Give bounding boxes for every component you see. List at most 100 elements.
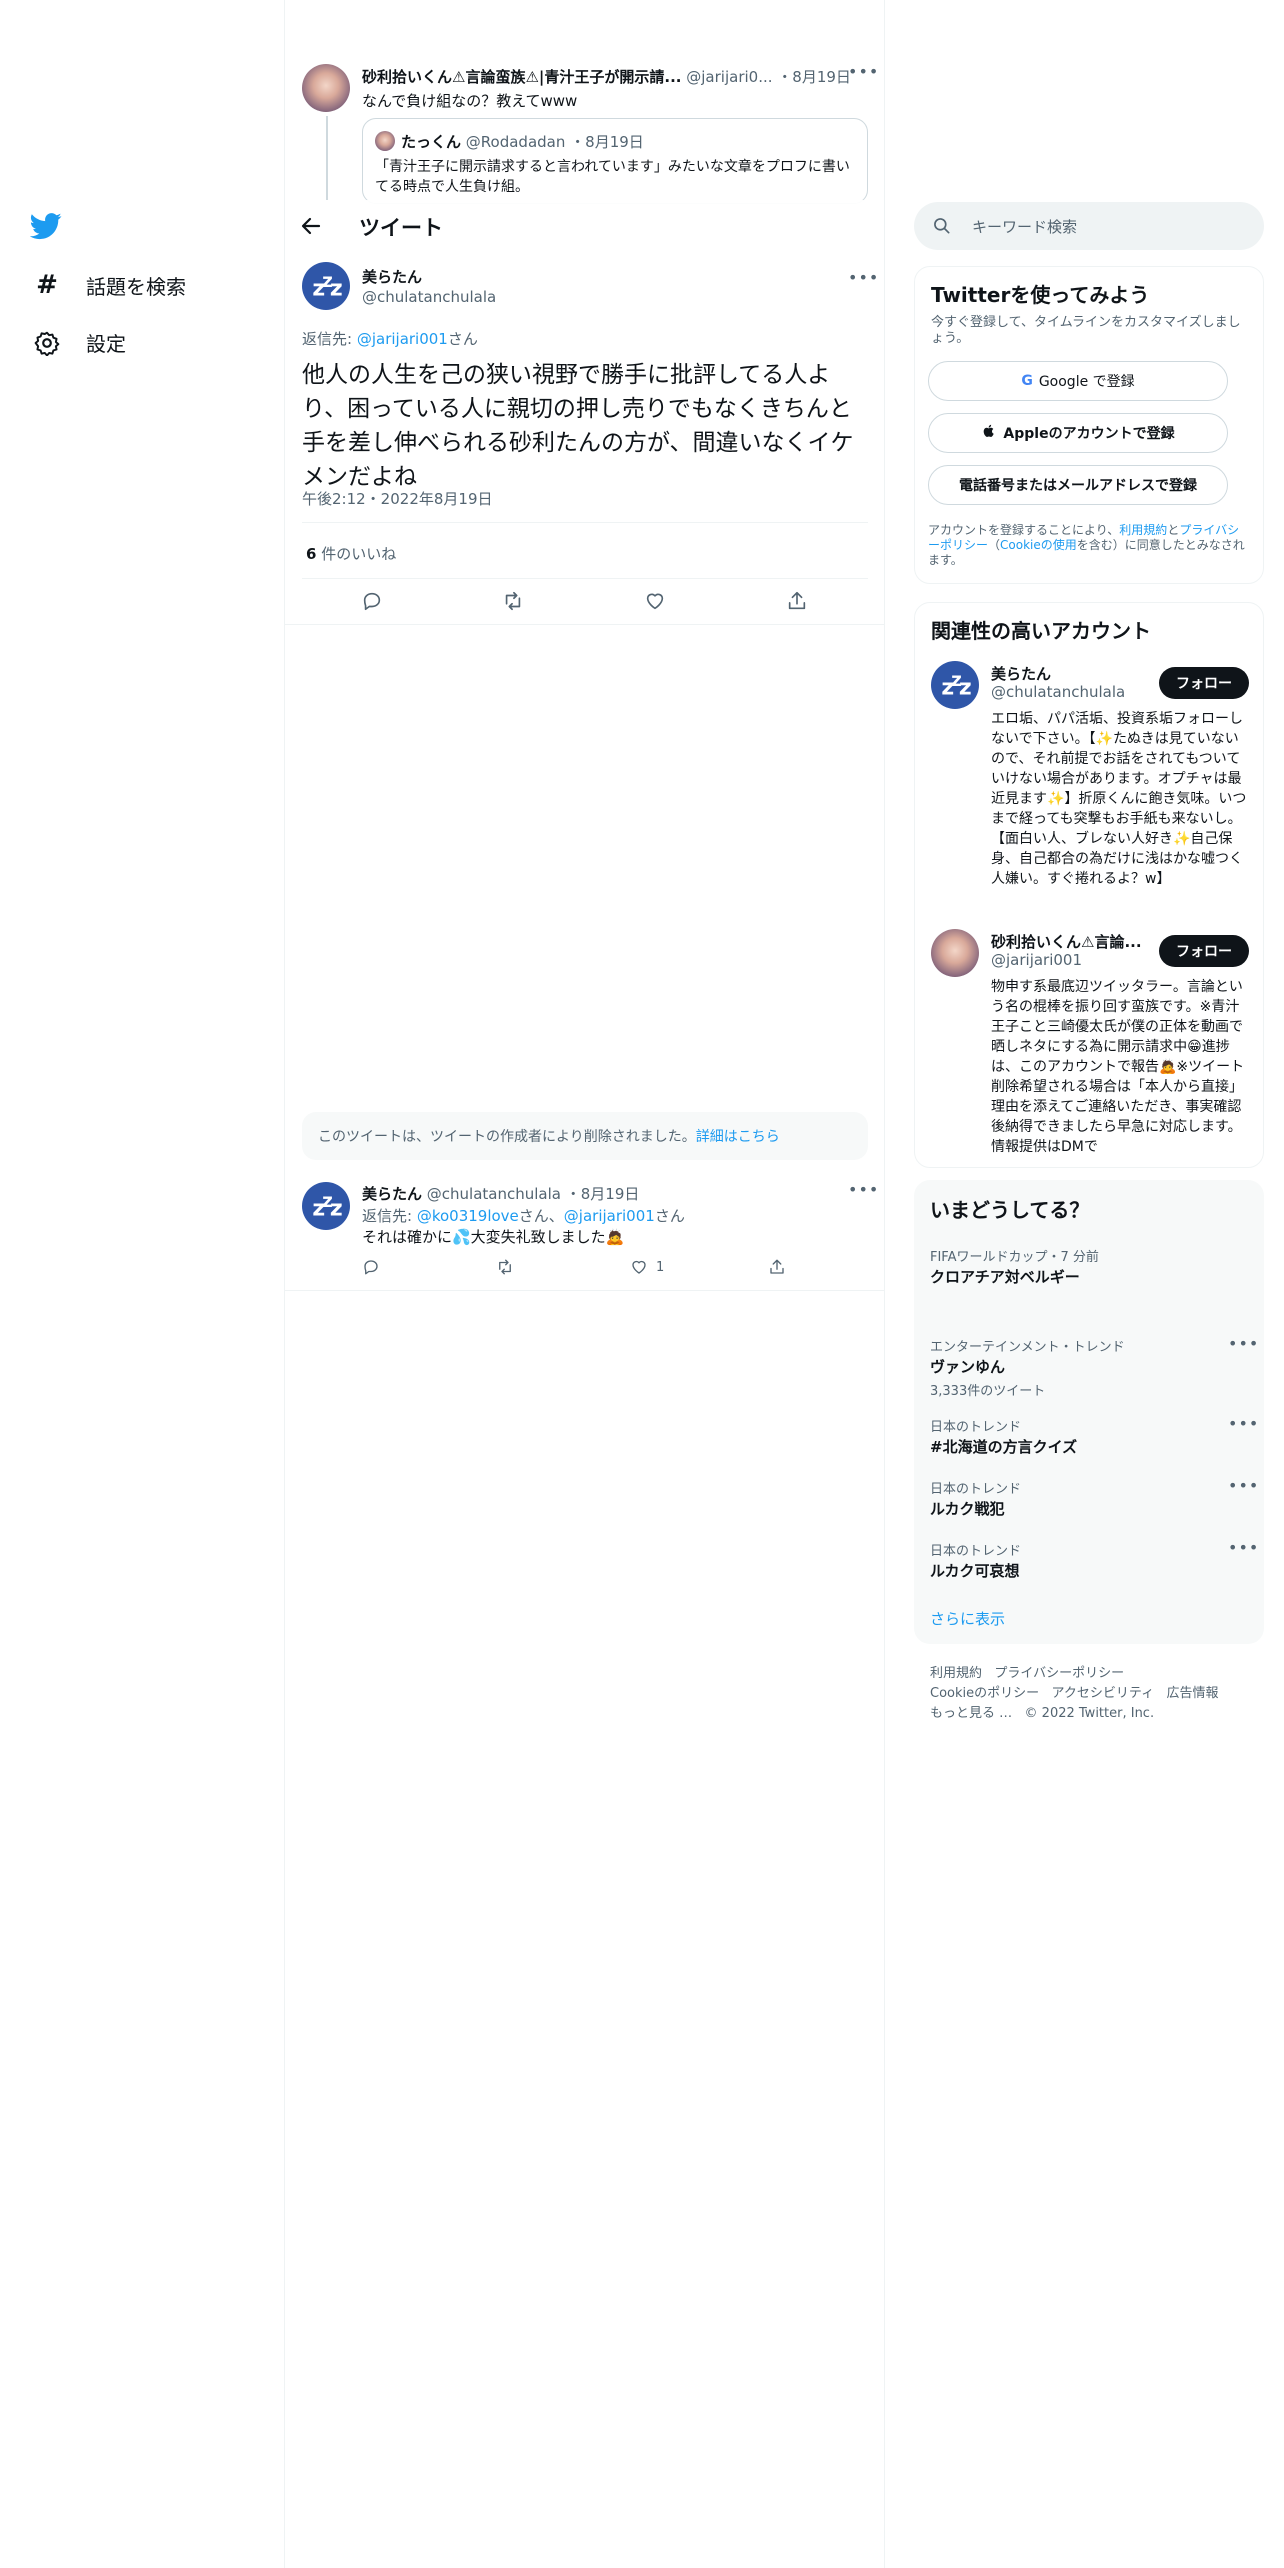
divider: [285, 1290, 884, 1291]
hashtag-icon: #: [36, 270, 58, 300]
more-icon[interactable]: •••: [848, 268, 879, 287]
author-name[interactable]: 美らたん: [362, 266, 422, 287]
reply-suffix: さん: [447, 330, 478, 348]
more-icon[interactable]: •••: [848, 62, 879, 81]
phone-email-signup-label: 電話番号またはメールアドレスで登録: [959, 478, 1197, 494]
account-name[interactable]: 美らたん: [991, 663, 1051, 684]
tweet-date[interactable]: ・8月19日: [777, 68, 851, 86]
footer-cookie-link[interactable]: Cookieのポリシー: [930, 1686, 1039, 1701]
trend-item[interactable]: 日本のトレンド #北海道の方言クイズ •••: [914, 1414, 1264, 1466]
likes-count: 6: [306, 545, 317, 563]
reply-tweet-header: 美らたん @chulatanchulala ・8月19日: [362, 1183, 639, 1204]
follow-label: フォロー: [1176, 944, 1232, 960]
more-icon[interactable]: •••: [848, 1180, 879, 1199]
follow-button[interactable]: フォロー: [1159, 935, 1249, 967]
trend-name: クロアチア対ベルギー: [930, 1268, 1080, 1286]
author-handle[interactable]: @jarijari0...: [686, 68, 772, 86]
likes-count-row[interactable]: 6 件のいいね: [306, 543, 396, 564]
zzz-icon: zzz: [312, 1190, 342, 1222]
google-signup-label: Google で登録: [1038, 374, 1135, 390]
learn-more-link[interactable]: 詳細はこちら: [696, 1126, 780, 1146]
search-input[interactable]: キーワード検索: [914, 202, 1264, 250]
trend-count: 3,333件のツイート: [930, 1384, 1046, 1399]
apple-signup-button[interactable]: Appleのアカウントで登録: [928, 413, 1228, 453]
arrow-left-icon[interactable]: [299, 214, 325, 240]
share-icon[interactable]: [786, 590, 808, 612]
author-handle[interactable]: @chulatanchulala: [427, 1185, 561, 1203]
trend-item[interactable]: 日本のトレンド ルカク戦犯 •••: [914, 1476, 1264, 1528]
tweet-timestamp[interactable]: 午後2:12・2022年8月19日: [302, 488, 493, 509]
like-icon[interactable]: [644, 590, 666, 612]
search-placeholder: キーワード検索: [972, 218, 1078, 236]
quote-tweet[interactable]: たっくん @Rodadadan ・8月19日 「青汁王子に開示請求すると言われて…: [362, 118, 868, 204]
tweet-text: 他人の人生を己の狭い視野で勝手に批評してる人より、困っている人に親切の押し売りで…: [302, 362, 854, 490]
like-count: 1: [656, 1260, 665, 1275]
trend-item[interactable]: FIFAワールドカップ・7 分前 クロアチア対ベルギー: [914, 1240, 1264, 1310]
more-icon[interactable]: •••: [1228, 1334, 1259, 1353]
left-column-divider: [284, 0, 285, 2568]
author-handle[interactable]: @chulatanchulala: [362, 288, 496, 306]
avatar[interactable]: zzz: [302, 1182, 350, 1230]
tweet-header: ツイート: [285, 200, 884, 253]
share-icon[interactable]: [768, 1258, 790, 1280]
deleted-tweet-notice: このツイートは、ツイートの作成者により削除されました。 詳細はこちら: [302, 1112, 868, 1160]
account-bio: 物申す系最底辺ツイッタラー。言論という名の棍棒を振り回す蛮族です。※青汁王子こと…: [991, 979, 1245, 1155]
account-name[interactable]: 砂利拾いくん⚠言論...: [991, 931, 1142, 952]
cookie-link[interactable]: Cookieの使用: [1000, 538, 1077, 552]
tweet-date[interactable]: ・8月19日: [566, 1185, 640, 1203]
reply-icon[interactable]: [362, 1258, 384, 1280]
trend-category: 日本のトレンド: [930, 1544, 1022, 1559]
google-signup-button[interactable]: G Google で登録: [928, 361, 1228, 401]
more-icon[interactable]: •••: [1228, 1414, 1259, 1433]
footer-terms-link[interactable]: 利用規約: [930, 1666, 982, 1681]
zzz-icon: zzz: [312, 270, 342, 302]
more-icon[interactable]: •••: [1228, 1476, 1259, 1495]
footer-ads-link[interactable]: 広告情報: [1167, 1686, 1219, 1701]
account-handle[interactable]: @jarijari001: [991, 951, 1082, 969]
retweet-icon[interactable]: [502, 590, 524, 612]
signup-terms: アカウントを登録することにより、利用規約とプライバシーポリシー（Cookieの使…: [928, 523, 1248, 568]
trend-item[interactable]: エンターテインメント・トレンド ヴァンゆん 3,333件のツイート •••: [914, 1330, 1264, 1400]
author-name[interactable]: 砂利拾いくん⚠言論蛮族⚠|青汁王子が開示請...: [362, 68, 681, 86]
avatar[interactable]: zzz: [931, 661, 979, 709]
reply-icon[interactable]: [361, 590, 383, 612]
quote-author-name: たっくん: [401, 133, 462, 151]
page-title: ツイート: [359, 216, 443, 240]
search-icon: [932, 216, 952, 240]
avatar[interactable]: [302, 64, 350, 112]
nav-settings[interactable]: 設定: [32, 328, 126, 357]
reply-to-link[interactable]: @jarijari001: [357, 330, 448, 348]
nav-settings-label: 設定: [86, 332, 126, 356]
account-bio: エロ垢、パパ活垢、投資系垢フォローしないで下さい。【✨たぬきは見ていないので、そ…: [991, 711, 1247, 887]
account-handle[interactable]: @chulatanchulala: [991, 683, 1125, 701]
gear-icon: [32, 330, 62, 356]
nav-explore[interactable]: # 話題を検索: [32, 270, 186, 300]
phone-email-signup-button[interactable]: 電話番号またはメールアドレスで登録: [928, 465, 1228, 505]
like-icon[interactable]: [630, 1258, 652, 1280]
author-name[interactable]: 美らたん: [362, 1185, 422, 1203]
trend-item[interactable]: 日本のトレンド ルカク可哀想 •••: [914, 1538, 1264, 1590]
footer-more-link[interactable]: もっと見る …: [930, 1706, 1012, 1721]
follow-button[interactable]: フォロー: [1159, 667, 1249, 699]
divider: [285, 624, 884, 625]
apple-icon: [981, 423, 997, 443]
more-icon[interactable]: •••: [1228, 1538, 1259, 1557]
footer-copyright: © 2022 Twitter, Inc.: [1024, 1706, 1155, 1721]
signup-title: Twitterを使ってみよう: [931, 283, 1150, 307]
avatar[interactable]: zzz: [302, 262, 350, 310]
reply-to-link[interactable]: @jarijari001: [564, 1207, 655, 1225]
trends-title: いまどうしてる？: [930, 1198, 1090, 1222]
thread-line: [326, 116, 328, 200]
show-more-link[interactable]: さらに表示: [930, 1608, 1005, 1629]
twitter-bird-icon[interactable]: [29, 210, 66, 246]
quote-header: たっくん @Rodadadan ・8月19日: [401, 131, 644, 152]
terms-link[interactable]: 利用規約: [1119, 523, 1167, 537]
quote-author-handle: @Rodadadan: [465, 133, 566, 151]
footer-privacy-link[interactable]: プライバシーポリシー: [994, 1666, 1124, 1681]
divider: [302, 578, 868, 579]
footer-accessibility-link[interactable]: アクセシビリティ: [1052, 1686, 1155, 1701]
avatar[interactable]: [931, 929, 979, 977]
trend-category: FIFAワールドカップ・7 分前: [930, 1250, 1099, 1265]
retweet-icon[interactable]: [496, 1258, 518, 1280]
reply-to-link[interactable]: @ko0319love: [417, 1207, 519, 1225]
